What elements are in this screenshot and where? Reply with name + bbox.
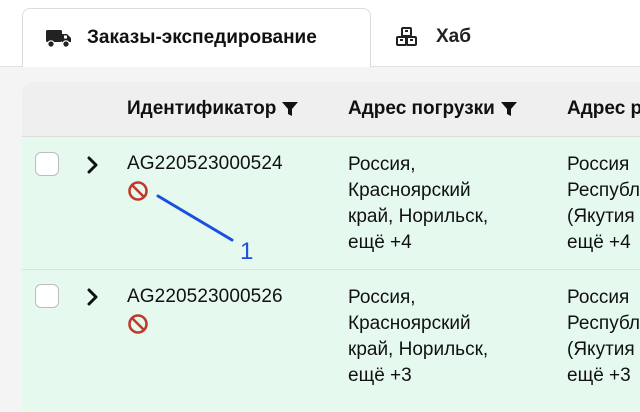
tab-label: Заказы-экспедирование [87, 27, 317, 48]
annotation-label: 1 [240, 238, 254, 265]
tab-label: Хаб [436, 26, 471, 47]
table-row[interactable]: AG220523000524 Россия, Красноярский край… [22, 137, 640, 270]
column-label: Идентификатор [127, 98, 277, 119]
truck-icon [45, 27, 73, 49]
unload-address: Россия Республ (Якутия ещё +4 [567, 154, 640, 253]
filter-icon[interactable] [281, 100, 299, 118]
row-checkbox[interactable] [35, 284, 59, 308]
order-identifier[interactable]: AG220523000524 [127, 153, 283, 175]
column-label: Адрес погрузки [348, 98, 495, 119]
boxes-icon [394, 26, 422, 48]
table-row[interactable]: AG220523000526 Россия, Красноярский край… [22, 270, 640, 412]
column-label: Адрес р [567, 98, 640, 119]
column-header-unload-address[interactable]: Адрес р [567, 82, 640, 136]
orders-table: Идентификатор Адрес погрузки Адрес р AG2… [22, 82, 640, 412]
load-address: Россия, Красноярский край, Норильск, ещё… [348, 287, 489, 386]
unload-address: Россия Республ (Якутия ещё +3 [567, 287, 640, 386]
chevron-right-icon[interactable] [86, 288, 100, 306]
table-header: Идентификатор Адрес погрузки Адрес р [22, 82, 640, 137]
tab-orders-forwarding[interactable]: Заказы-экспедирование [22, 8, 371, 67]
tab-hub[interactable]: Хаб [392, 8, 471, 66]
forbidden-icon [128, 314, 148, 334]
row-checkbox[interactable] [35, 152, 59, 176]
tab-bar: Заказы-экспедирование Хаб [0, 0, 640, 67]
load-address: Россия, Красноярский край, Норильск, ещё… [348, 154, 489, 253]
filter-icon[interactable] [500, 100, 518, 118]
chevron-right-icon[interactable] [86, 156, 100, 174]
column-header-load-address[interactable]: Адрес погрузки [348, 82, 518, 136]
forbidden-icon [128, 181, 148, 201]
order-identifier[interactable]: AG220523000526 [127, 286, 283, 308]
column-header-identifier[interactable]: Идентификатор [127, 82, 299, 136]
